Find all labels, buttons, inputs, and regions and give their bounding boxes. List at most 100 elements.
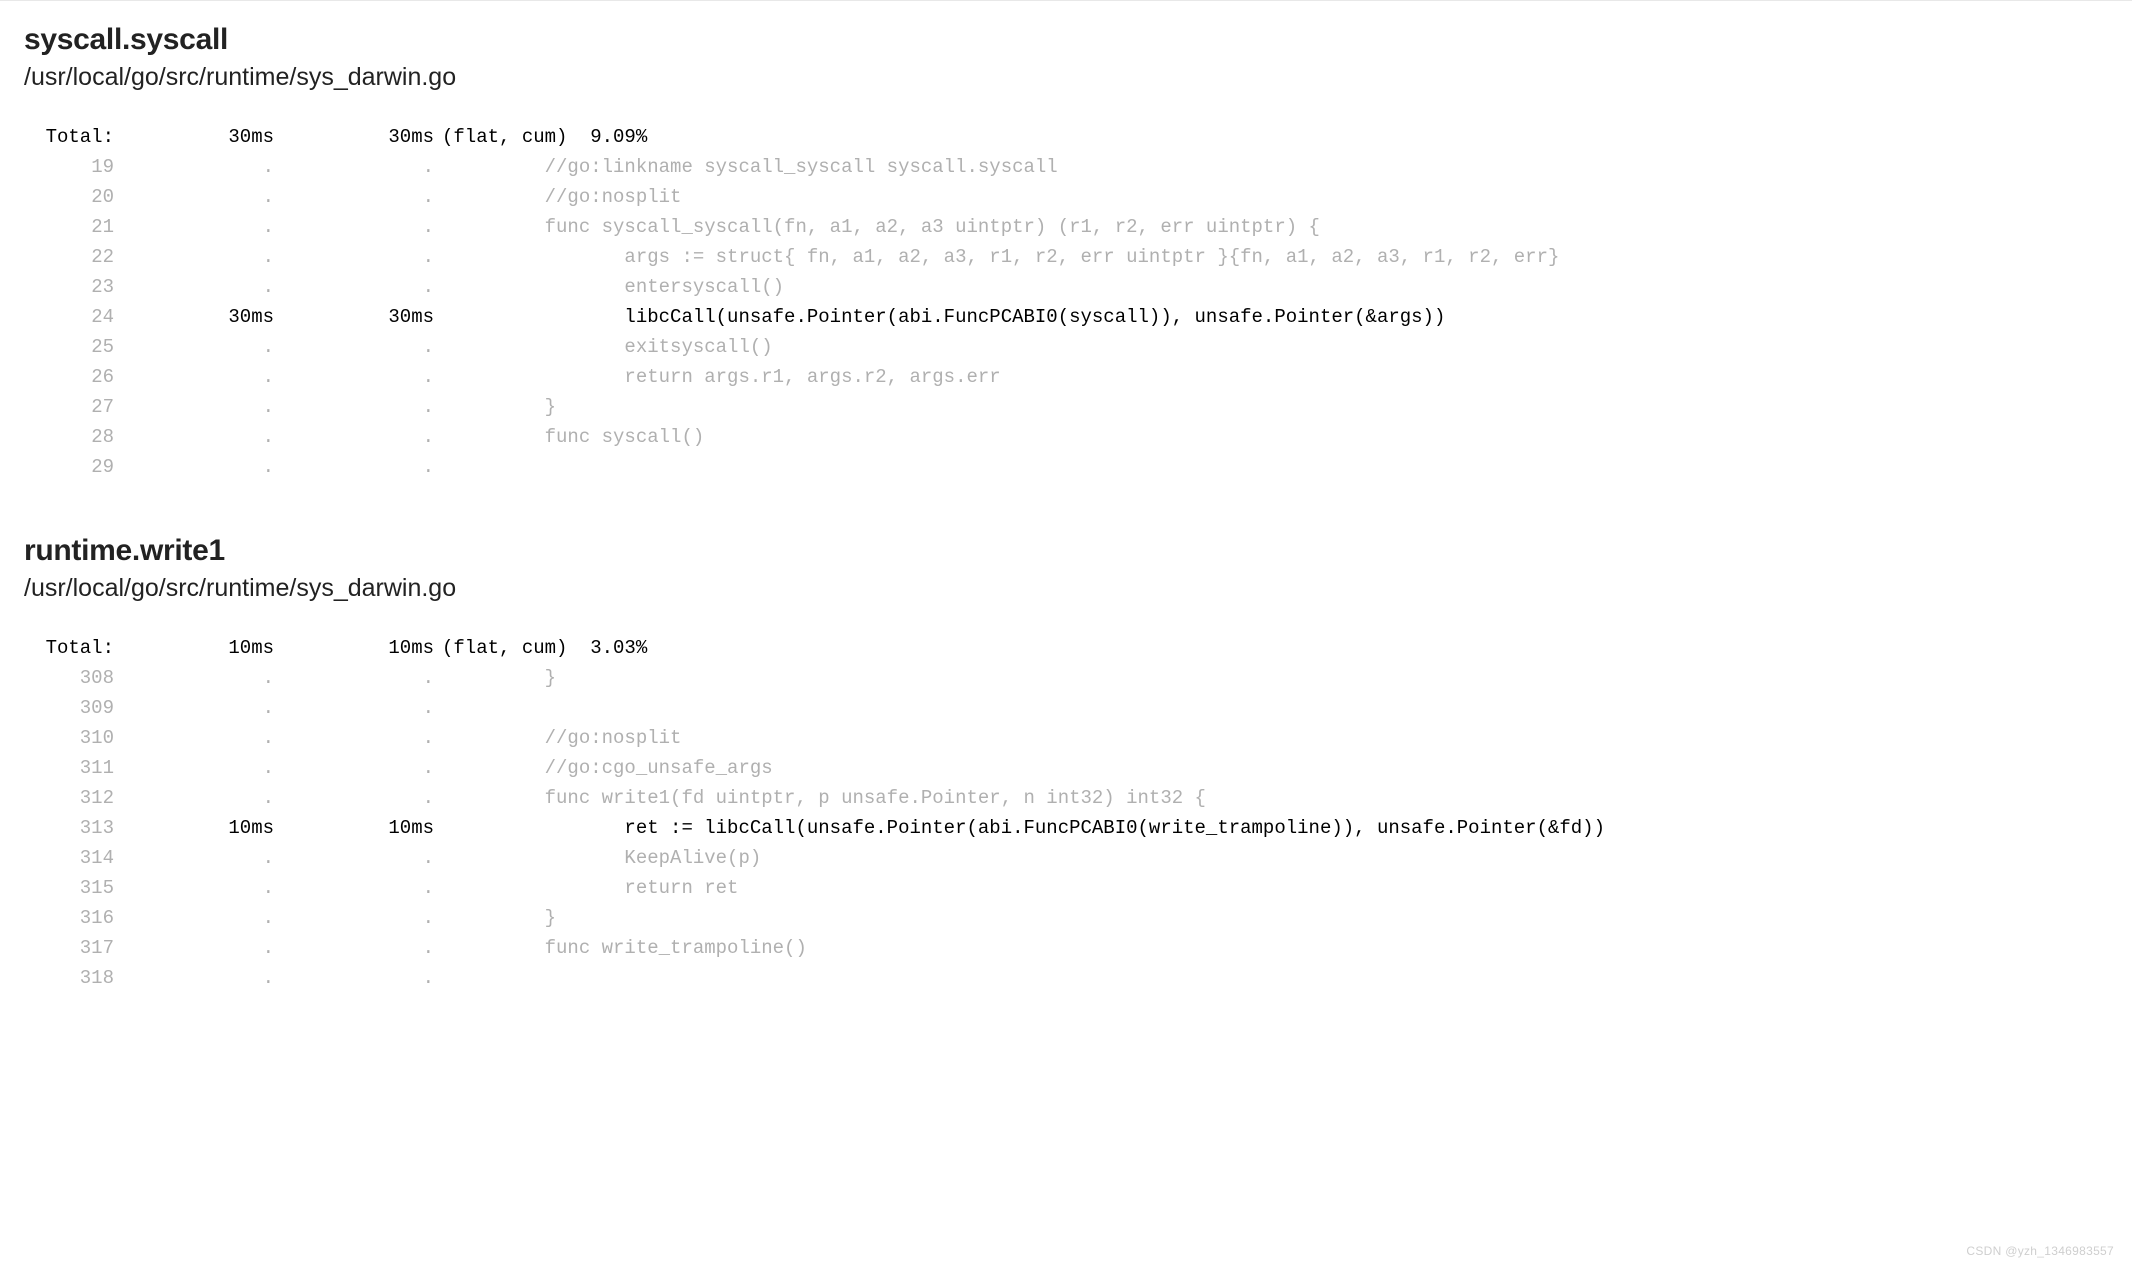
line-number: 308	[24, 663, 114, 693]
cum-time: .	[274, 783, 434, 813]
flat-time: .	[114, 873, 274, 903]
line-number: 318	[24, 963, 114, 993]
profile-section: syscall.syscall/usr/local/go/src/runtime…	[0, 1, 2132, 512]
line-number: 27	[24, 392, 114, 422]
cum-time: .	[274, 753, 434, 783]
watermark-text: CSDN @yzh_1346983557	[1966, 1244, 2114, 1258]
flat-time: 10ms	[114, 813, 274, 843]
flat-time: .	[114, 843, 274, 873]
line-number: 19	[24, 152, 114, 182]
source-line: 26.. return args.r1, args.r2, args.err	[24, 362, 2108, 392]
flat-time: .	[114, 272, 274, 302]
line-number: 21	[24, 212, 114, 242]
total-cum: 10ms	[274, 633, 434, 663]
source-line: 2430ms30ms libcCall(unsafe.Pointer(abi.F…	[24, 302, 2108, 332]
cum-time: .	[274, 152, 434, 182]
source-line: 31310ms10ms ret := libcCall(unsafe.Point…	[24, 813, 2108, 843]
cum-time: .	[274, 693, 434, 723]
cum-time: .	[274, 723, 434, 753]
source-line: 315.. return ret	[24, 873, 2108, 903]
source-code: //go:nosplit	[434, 182, 2108, 212]
line-number: 314	[24, 843, 114, 873]
total-cum: 30ms	[274, 122, 434, 152]
source-listing: Total:10ms10ms(flat, cum) 3.03%308.. }30…	[24, 633, 2108, 993]
source-code: //go:nosplit	[434, 723, 2108, 753]
cum-time: .	[274, 873, 434, 903]
source-line: 317.. func write_trampoline()	[24, 933, 2108, 963]
total-meta: (flat, cum) 3.03%	[434, 633, 647, 663]
source-line: 310.. //go:nosplit	[24, 723, 2108, 753]
function-name: runtime.write1	[24, 534, 2108, 568]
profile-section: runtime.write1/usr/local/go/src/runtime/…	[0, 512, 2132, 1023]
cum-time: .	[274, 843, 434, 873]
line-number: 312	[24, 783, 114, 813]
line-number: 313	[24, 813, 114, 843]
cum-time: 10ms	[274, 813, 434, 843]
source-code: KeepAlive(p)	[434, 843, 2108, 873]
line-number: 315	[24, 873, 114, 903]
source-code: func syscall_syscall(fn, a1, a2, a3 uint…	[434, 212, 2108, 242]
source-code: args := struct{ fn, a1, a2, a3, r1, r2, …	[434, 242, 2108, 272]
source-line: 19.. //go:linkname syscall_syscall sysca…	[24, 152, 2108, 182]
flat-time: .	[114, 362, 274, 392]
source-line: 27.. }	[24, 392, 2108, 422]
total-row: Total:10ms10ms(flat, cum) 3.03%	[24, 633, 2108, 663]
source-code: //go:cgo_unsafe_args	[434, 753, 2108, 783]
file-path: /usr/local/go/src/runtime/sys_darwin.go	[24, 574, 2108, 603]
source-line: 22.. args := struct{ fn, a1, a2, a3, r1,…	[24, 242, 2108, 272]
cum-time: .	[274, 452, 434, 482]
line-number: 311	[24, 753, 114, 783]
source-code: }	[434, 663, 2108, 693]
flat-time: .	[114, 452, 274, 482]
total-meta: (flat, cum) 9.09%	[434, 122, 647, 152]
flat-time: .	[114, 783, 274, 813]
source-line: 29..	[24, 452, 2108, 482]
source-line: 312.. func write1(fd uintptr, p unsafe.P…	[24, 783, 2108, 813]
flat-time: .	[114, 693, 274, 723]
function-name: syscall.syscall	[24, 23, 2108, 57]
cum-time: .	[274, 182, 434, 212]
total-flat: 10ms	[114, 633, 274, 663]
source-code	[434, 452, 2108, 482]
line-number: 22	[24, 242, 114, 272]
line-number: 24	[24, 302, 114, 332]
flat-time: .	[114, 332, 274, 362]
source-listing: Total:30ms30ms(flat, cum) 9.09%19.. //go…	[24, 122, 2108, 482]
source-code	[434, 693, 2108, 723]
file-path: /usr/local/go/src/runtime/sys_darwin.go	[24, 63, 2108, 92]
source-line: 23.. entersyscall()	[24, 272, 2108, 302]
cum-time: .	[274, 332, 434, 362]
source-code	[434, 963, 2108, 993]
flat-time: .	[114, 753, 274, 783]
source-line: 309..	[24, 693, 2108, 723]
cum-time: .	[274, 963, 434, 993]
flat-time: .	[114, 182, 274, 212]
flat-time: .	[114, 392, 274, 422]
cum-time: .	[274, 212, 434, 242]
source-code: }	[434, 903, 2108, 933]
source-line: 318..	[24, 963, 2108, 993]
cum-time: .	[274, 392, 434, 422]
cum-time: .	[274, 242, 434, 272]
flat-time: 30ms	[114, 302, 274, 332]
line-number: 20	[24, 182, 114, 212]
flat-time: .	[114, 963, 274, 993]
cum-time: .	[274, 422, 434, 452]
cum-time: 30ms	[274, 302, 434, 332]
source-code: ret := libcCall(unsafe.Pointer(abi.FuncP…	[434, 813, 2108, 843]
source-line: 20.. //go:nosplit	[24, 182, 2108, 212]
cum-time: .	[274, 272, 434, 302]
total-row: Total:30ms30ms(flat, cum) 9.09%	[24, 122, 2108, 152]
source-code: func write1(fd uintptr, p unsafe.Pointer…	[434, 783, 2108, 813]
source-line: 25.. exitsyscall()	[24, 332, 2108, 362]
total-label: Total:	[24, 633, 114, 663]
source-line: 21.. func syscall_syscall(fn, a1, a2, a3…	[24, 212, 2108, 242]
source-code: }	[434, 392, 2108, 422]
flat-time: .	[114, 212, 274, 242]
source-code: //go:linkname syscall_syscall syscall.sy…	[434, 152, 2108, 182]
source-code: return args.r1, args.r2, args.err	[434, 362, 2108, 392]
source-line: 28.. func syscall()	[24, 422, 2108, 452]
cum-time: .	[274, 903, 434, 933]
source-line: 314.. KeepAlive(p)	[24, 843, 2108, 873]
line-number: 26	[24, 362, 114, 392]
